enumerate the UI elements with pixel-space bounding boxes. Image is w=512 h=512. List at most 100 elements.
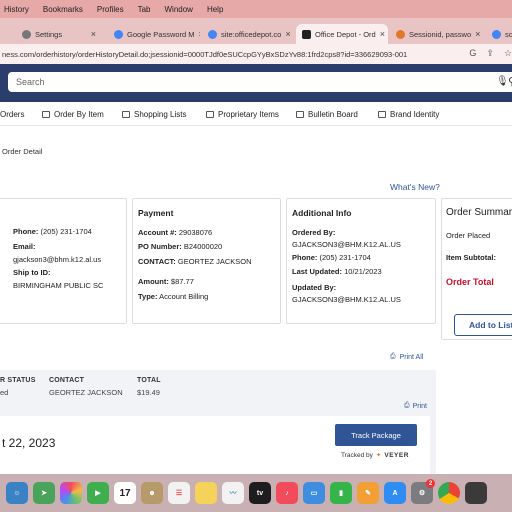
nav-shopping-lists[interactable]: Shopping Lists [122, 110, 186, 119]
total-header: TOTAL [137, 377, 161, 384]
photos-icon[interactable] [60, 482, 82, 504]
print-link[interactable]: ⎙ Print [404, 402, 427, 410]
search-input[interactable]: Search [16, 77, 45, 87]
menu-help[interactable]: Help [207, 5, 223, 14]
tab-sessionid[interactable]: Sessionid, passwo × [390, 24, 482, 44]
whats-new-link[interactable]: What's New? [390, 182, 440, 192]
menu-window[interactable]: Window [165, 5, 193, 14]
menu-profiles[interactable]: Profiles [97, 5, 124, 14]
facetime-icon[interactable]: ▶ [87, 482, 109, 504]
add-to-list-button[interactable]: Add to List [454, 314, 512, 336]
chrome-icon[interactable] [438, 482, 460, 504]
type-value: Account Billing [159, 292, 209, 301]
url-text[interactable]: ness.com/orderhistory/orderHistoryDetail… [2, 50, 462, 59]
address-bar[interactable]: ness.com/orderhistory/orderHistoryDetail… [0, 44, 512, 64]
menu-bar: History Bookmarks Profiles Tab Window He… [0, 0, 512, 18]
contact-value: GEORTEZ JACKSON [177, 257, 252, 266]
amount-value: $87.77 [170, 277, 194, 286]
gear-icon [22, 29, 31, 39]
account-label: Account #: [138, 228, 177, 237]
calendar-icon[interactable]: 17 [114, 482, 136, 504]
numbers-icon[interactable]: ▮ [330, 482, 352, 504]
phone-value: (205) 231-1704 [319, 253, 371, 262]
notes-icon[interactable] [195, 482, 217, 504]
veyer-logo: VEYER [384, 451, 409, 459]
tv-icon[interactable]: tv [249, 482, 271, 504]
tracked-by: Tracked by ✦ VEYER [341, 451, 409, 460]
google-icon [208, 29, 217, 39]
order-summary-title: Order Summar [446, 207, 512, 218]
print-all-link[interactable]: ⎙ Print All [390, 353, 423, 361]
contact-label: CONTACT: [138, 257, 176, 266]
close-icon[interactable]: × [285, 29, 290, 39]
po-value: B24000020 [183, 242, 223, 251]
calendar-day: 17 [119, 487, 131, 499]
officedepot-icon [302, 29, 311, 39]
share-icon[interactable]: ⇪ [486, 48, 494, 59]
microphone-icon[interactable]: 🎙 [496, 76, 509, 87]
nav-label: Orders [0, 110, 25, 119]
freeform-icon[interactable]: 〰 [222, 482, 244, 504]
menu-history[interactable]: History [4, 5, 29, 14]
google-lens-icon[interactable]: G [469, 48, 476, 59]
tab-search[interactable]: sc [486, 24, 512, 44]
item-subtotal-label: Item Subtotal: [446, 253, 496, 262]
tab-label: Google Password M [127, 29, 195, 39]
account-value: 29038076 [178, 228, 213, 237]
tab-label: Office Depot - Ord [315, 29, 376, 39]
shipping-card: Phone: (205) 231-1704 Email: gjackson3@b… [0, 198, 127, 324]
status-header: R STATUS [0, 377, 36, 384]
menu-bookmarks[interactable]: Bookmarks [43, 5, 83, 14]
nav-proprietary-items[interactable]: Proprietary Items [206, 110, 279, 119]
tab-site-search[interactable]: site:officedepot.co × [202, 24, 294, 44]
status-value: ed [0, 388, 9, 397]
search-icon[interactable]: ⚲ [508, 75, 512, 88]
printer-icon: ⎙ [390, 353, 396, 360]
screen-icon[interactable] [465, 482, 487, 504]
payment-card: Payment Account #: 29038076 PO Number: B… [132, 198, 281, 324]
dock: ☺ ➤ ▶ 17 ☻ ☰ 〰 tv ♪ ▭ ▮ ✎ A ⚙ 2 [0, 474, 512, 512]
ordered-by-label: Ordered By: [292, 228, 336, 237]
nav-label: Shopping Lists [134, 110, 187, 119]
nav-bulletin-board[interactable]: Bulletin Board [296, 110, 358, 119]
nav-orders[interactable]: Orders [0, 110, 24, 119]
tab-office-depot[interactable]: Office Depot - Ord × [296, 24, 388, 44]
contacts-icon[interactable]: ☻ [141, 482, 163, 504]
app-store-icon[interactable]: A [384, 482, 406, 504]
finder-icon[interactable]: ☺ [6, 482, 28, 504]
bookmark-star-icon[interactable]: ☆ [504, 48, 512, 59]
pages-icon[interactable]: ✎ [357, 482, 379, 504]
track-package-button[interactable]: Track Package [335, 424, 417, 446]
page-title: Order Detail [2, 147, 43, 156]
music-icon[interactable]: ♪ [276, 482, 298, 504]
maps-icon[interactable]: ➤ [33, 482, 55, 504]
close-icon[interactable]: × [475, 29, 480, 39]
nav-order-by-item[interactable]: Order By Item [42, 110, 104, 119]
tab-label: Settings [35, 29, 63, 39]
tag-icon [378, 111, 386, 118]
nav-label: Brand Identity [390, 110, 440, 119]
close-icon[interactable]: × [380, 29, 385, 39]
close-icon[interactable]: × [91, 29, 96, 39]
nav-brand-identity[interactable]: Brand Identity [378, 110, 439, 119]
settings-icon[interactable]: ⚙ 2 [411, 479, 435, 504]
phone-label: Phone: [292, 253, 318, 262]
tv-label: tv [256, 489, 264, 497]
contact-value: GEORTEZ JACKSON [49, 388, 123, 397]
veyer-logo-icon: ✦ [375, 452, 382, 459]
last-updated-label: Last Updated: [292, 267, 343, 276]
tab-label: site:officedepot.co [221, 29, 282, 39]
tab-google-password[interactable]: Google Password M × [108, 24, 200, 44]
close-icon[interactable]: × [199, 29, 200, 39]
tab-settings[interactable]: Settings × [16, 24, 102, 44]
print-label: Print [412, 402, 428, 410]
phone-label: Phone: [13, 227, 39, 236]
box-icon [206, 111, 214, 118]
order-total-label: Order Total [446, 277, 494, 287]
keynote-icon[interactable]: ▭ [303, 482, 325, 504]
menu-tab[interactable]: Tab [138, 5, 151, 14]
search-box[interactable]: Search 🎙 ⚲ [8, 72, 512, 92]
printer-icon: ⎙ [404, 402, 410, 409]
reminders-icon[interactable]: ☰ [168, 482, 190, 504]
notification-badge: 2 [426, 479, 435, 488]
